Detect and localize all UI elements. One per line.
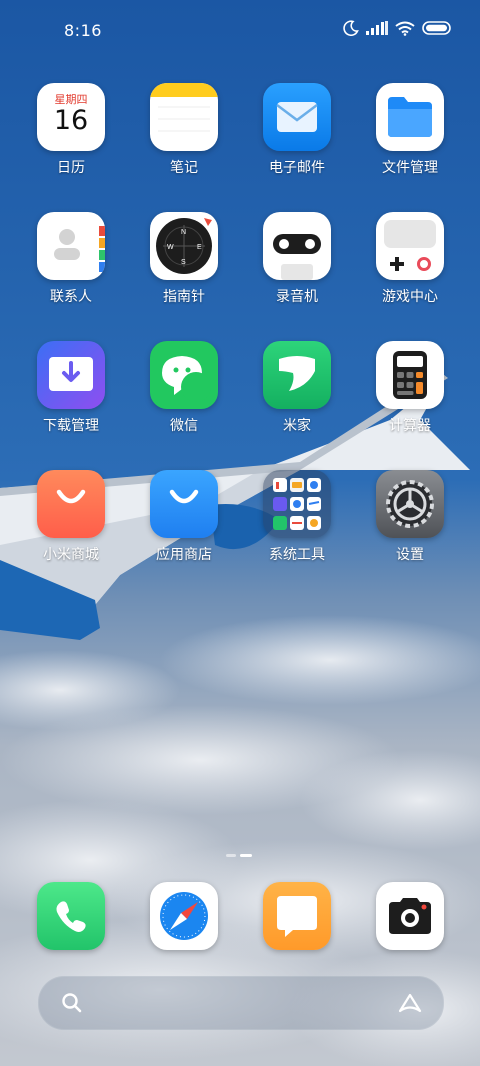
battery-icon xyxy=(422,21,451,35)
app-label: 应用商店 xyxy=(156,547,212,563)
wifi-icon xyxy=(395,21,415,36)
status-bar: 8:16 xyxy=(0,0,480,62)
app-label: 小米商城 xyxy=(43,547,99,563)
app-label: 笔记 xyxy=(170,160,198,176)
calculator-icon xyxy=(376,341,444,409)
app-label: 设置 xyxy=(396,547,424,563)
calendar-icon: 星期四 16 xyxy=(37,83,105,151)
svg-text:N: N xyxy=(181,229,186,236)
mi-store-icon xyxy=(37,470,105,538)
contacts-icon xyxy=(37,212,105,280)
app-compass[interactable]: N S W E 指南针 xyxy=(134,212,234,306)
game-center-icon xyxy=(376,212,444,280)
app-wechat[interactable]: 微信 xyxy=(134,341,234,435)
search-bar[interactable] xyxy=(38,976,444,1030)
app-label: 日历 xyxy=(57,160,85,176)
folder-system-tools[interactable]: 系统工具 xyxy=(247,470,347,564)
app-contacts[interactable]: 联系人 xyxy=(21,212,121,306)
app-mi-store[interactable]: 小米商城 xyxy=(21,470,121,564)
app-label: 指南针 xyxy=(163,289,205,305)
svg-text:E: E xyxy=(197,244,202,251)
status-time: 8:16 xyxy=(64,21,102,40)
app-label: 下载管理 xyxy=(43,418,99,434)
app-app-store[interactable]: 应用商店 xyxy=(134,470,234,564)
app-calendar[interactable]: 星期四 16 日历 xyxy=(21,83,121,177)
app-label: 录音机 xyxy=(276,289,318,305)
app-recorder[interactable]: 录音机 xyxy=(247,212,347,306)
app-label: 联系人 xyxy=(50,289,92,305)
assistant-icon[interactable] xyxy=(397,992,423,1014)
app-label: 计算器 xyxy=(389,418,431,434)
browser-icon xyxy=(150,882,218,950)
dock-browser[interactable] xyxy=(134,882,234,950)
svg-text:S: S xyxy=(181,259,186,266)
app-label: 文件管理 xyxy=(382,160,438,176)
recorder-icon xyxy=(263,212,331,280)
notes-icon xyxy=(150,83,218,151)
folder-icon xyxy=(263,470,331,538)
moon-icon xyxy=(343,20,359,36)
camera-icon xyxy=(376,882,444,950)
app-calculator[interactable]: 计算器 xyxy=(360,341,460,435)
signal-icon xyxy=(366,21,388,35)
app-email[interactable]: 电子邮件 xyxy=(247,83,347,177)
folder-icon xyxy=(376,83,444,151)
mi-home-icon xyxy=(263,341,331,409)
email-icon xyxy=(263,83,331,151)
app-label: 系统工具 xyxy=(269,547,325,563)
svg-text:W: W xyxy=(167,244,174,251)
dock-phone[interactable] xyxy=(21,882,121,950)
app-store-icon xyxy=(150,470,218,538)
download-icon xyxy=(37,341,105,409)
compass-icon: N S W E xyxy=(150,212,218,280)
messages-icon xyxy=(263,882,331,950)
phone-icon xyxy=(37,882,105,950)
dock-messages[interactable] xyxy=(247,882,347,950)
app-label: 游戏中心 xyxy=(382,289,438,305)
search-icon xyxy=(62,993,82,1013)
app-downloads[interactable]: 下载管理 xyxy=(21,341,121,435)
dock-camera[interactable] xyxy=(360,882,460,950)
app-files[interactable]: 文件管理 xyxy=(360,83,460,177)
page-dot-2 xyxy=(240,854,252,857)
app-label: 电子邮件 xyxy=(269,160,325,176)
wechat-icon xyxy=(150,341,218,409)
status-icons xyxy=(343,20,452,36)
app-label: 微信 xyxy=(170,418,198,434)
page-dot-1 xyxy=(226,854,236,857)
app-mi-home[interactable]: 米家 xyxy=(247,341,347,435)
calendar-date: 16 xyxy=(53,105,89,136)
app-label: 米家 xyxy=(283,418,311,434)
app-settings[interactable]: 设置 xyxy=(360,470,460,564)
app-notes[interactable]: 笔记 xyxy=(134,83,234,177)
page-indicator xyxy=(226,854,252,857)
app-game-center[interactable]: 游戏中心 xyxy=(360,212,460,306)
settings-gear-icon xyxy=(376,470,444,538)
